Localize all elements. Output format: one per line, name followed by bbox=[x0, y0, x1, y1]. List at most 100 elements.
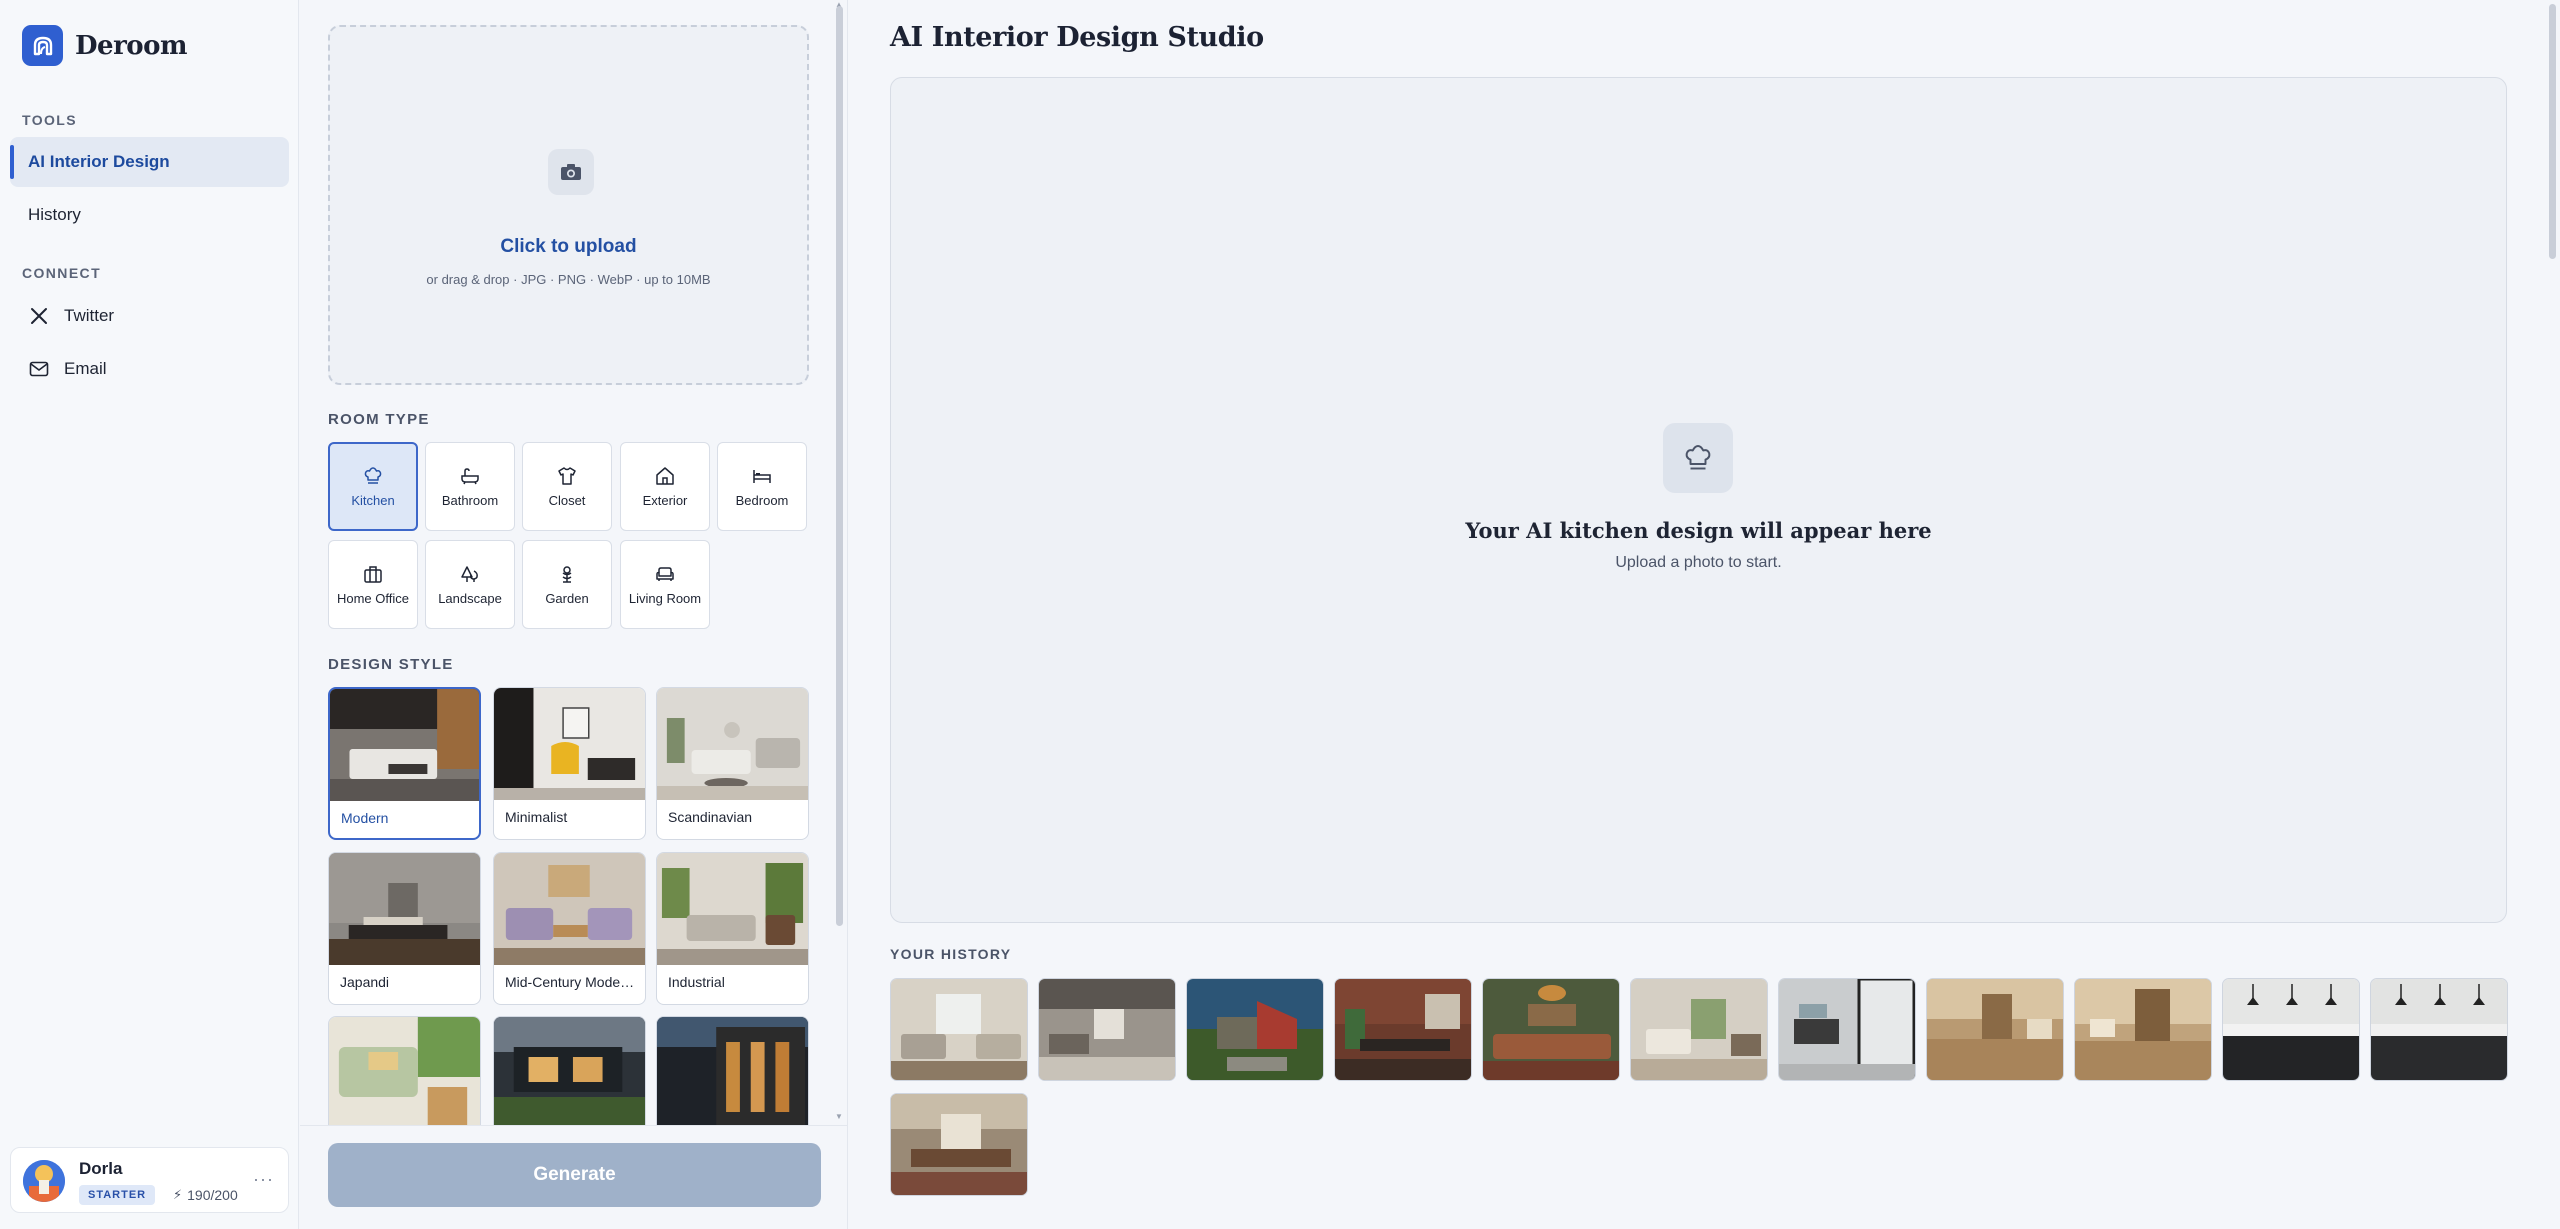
style-card-industrial[interactable]: Industrial bbox=[656, 852, 809, 1005]
sidebar-item-twitter[interactable]: Twitter bbox=[10, 291, 289, 341]
briefcase-icon bbox=[362, 563, 384, 585]
avatar bbox=[23, 1160, 65, 1202]
design-style-label: DESIGN STYLE bbox=[328, 656, 454, 673]
bathtub-icon bbox=[459, 465, 481, 487]
upload-dropzone[interactable]: Click to upload or drag & drop · JPG · P… bbox=[328, 25, 809, 385]
sidebar-item-email[interactable]: Email bbox=[10, 344, 289, 394]
history-thumbnail[interactable] bbox=[890, 1093, 1028, 1196]
user-card[interactable]: Dorla STARTER ⚡ 190/200 ··· bbox=[10, 1147, 289, 1213]
history-thumbnail[interactable] bbox=[1482, 978, 1620, 1081]
flower-icon bbox=[556, 563, 578, 585]
page-title: AI Interior Design Studio bbox=[890, 22, 1264, 53]
tools-section-label: TOOLS bbox=[22, 112, 77, 128]
history-thumbnail[interactable] bbox=[1038, 978, 1176, 1081]
room-type-home-office[interactable]: Home Office bbox=[328, 540, 418, 629]
room-type-label: ROOM TYPE bbox=[328, 411, 430, 428]
empty-state-title: Your AI kitchen design will appear here bbox=[1465, 518, 1932, 543]
sidebar-item-label: Email bbox=[64, 359, 107, 378]
room-type-bathroom[interactable]: Bathroom bbox=[425, 442, 515, 531]
room-type-exterior[interactable]: Exterior bbox=[620, 442, 710, 531]
history-thumbnail[interactable] bbox=[1926, 978, 2064, 1081]
style-card-label: Japandi bbox=[340, 974, 390, 990]
bed-icon bbox=[751, 465, 773, 487]
history-thumbnail[interactable] bbox=[1778, 978, 1916, 1081]
history-thumbnail[interactable] bbox=[890, 978, 1028, 1081]
empty-state-subtitle: Upload a photo to start. bbox=[1615, 554, 1782, 571]
minimalist-style-image bbox=[494, 688, 645, 800]
history-section-label: YOUR HISTORY bbox=[890, 946, 1012, 962]
scandinavian-style-image bbox=[657, 688, 808, 800]
main-scrollbar[interactable] bbox=[2549, 4, 2556, 259]
credits-counter: ⚡ 190/200 bbox=[173, 1185, 238, 1205]
style-card-9[interactable] bbox=[656, 1016, 809, 1125]
config-scrollbar[interactable] bbox=[836, 6, 843, 926]
trees-icon bbox=[459, 563, 481, 585]
brand-name: Deroom bbox=[75, 30, 187, 61]
more-options-button[interactable]: ··· bbox=[253, 1169, 274, 1190]
room-type-label-text: Landscape bbox=[438, 591, 502, 606]
room-type-label-text: Bathroom bbox=[441, 493, 499, 508]
room-type-label-text: Home Office bbox=[336, 591, 409, 606]
style-card-label: Mid-Century Mode… bbox=[505, 974, 635, 990]
style-card-label: Industrial bbox=[668, 974, 725, 990]
history-thumbnail[interactable] bbox=[1630, 978, 1768, 1081]
panel-footer-divider bbox=[300, 1125, 848, 1126]
sidebar-item-history[interactable]: History bbox=[10, 190, 289, 240]
brand-logo[interactable]: Deroom bbox=[22, 25, 187, 66]
sofa-icon bbox=[654, 563, 676, 585]
style-card-7[interactable] bbox=[328, 1016, 481, 1125]
style-card-scandinavian[interactable]: Scandinavian bbox=[656, 687, 809, 840]
chef-hat-icon bbox=[1663, 423, 1733, 493]
upload-title[interactable]: Click to upload bbox=[330, 236, 807, 258]
room-type-living-room[interactable]: Living Room bbox=[620, 540, 710, 629]
x-logo-icon bbox=[26, 303, 52, 329]
room-type-landscape[interactable]: Landscape bbox=[425, 540, 515, 629]
style-card-label: Modern bbox=[341, 810, 389, 826]
history-thumbnail[interactable] bbox=[1186, 978, 1324, 1081]
style-card-japandi[interactable]: Japandi bbox=[328, 852, 481, 1005]
history-thumbnail[interactable] bbox=[2074, 978, 2212, 1081]
history-thumbnail[interactable] bbox=[2370, 978, 2508, 1081]
style-image-9 bbox=[657, 1017, 808, 1125]
style-card-minimalist[interactable]: Minimalist bbox=[493, 687, 646, 840]
room-type-label-text: Exterior bbox=[642, 493, 688, 508]
sidebar-item-ai-interior-design[interactable]: AI Interior Design bbox=[10, 137, 289, 187]
house-icon bbox=[654, 465, 676, 487]
user-name: Dorla bbox=[79, 1159, 123, 1178]
config-panel: Click to upload or drag & drop · JPG · P… bbox=[300, 0, 848, 1229]
sidebar: Deroom TOOLS AI Interior Design History … bbox=[0, 0, 299, 1229]
logo-icon bbox=[22, 25, 63, 66]
style-card-label: Minimalist bbox=[505, 809, 568, 825]
style-card-8[interactable] bbox=[493, 1016, 646, 1125]
room-type-label-text: Bedroom bbox=[735, 493, 789, 508]
credits-value: 190/200 bbox=[187, 1187, 238, 1203]
bolt-icon: ⚡ bbox=[173, 1187, 183, 1202]
style-image-8 bbox=[494, 1017, 645, 1125]
room-type-closet[interactable]: Closet bbox=[522, 442, 612, 531]
shirt-icon bbox=[556, 465, 578, 487]
chef-hat-icon bbox=[362, 465, 384, 487]
industrial-style-image bbox=[657, 853, 808, 965]
camera-icon bbox=[548, 149, 594, 195]
style-card-mid-century-modern[interactable]: Mid-Century Mode… bbox=[493, 852, 646, 1005]
mail-icon bbox=[26, 356, 52, 382]
sidebar-item-label: History bbox=[28, 205, 81, 224]
history-thumbnail[interactable] bbox=[1334, 978, 1472, 1081]
mid-century-style-image bbox=[494, 853, 645, 965]
style-card-modern[interactable]: Modern bbox=[328, 687, 481, 840]
history-thumbnail[interactable] bbox=[2222, 978, 2360, 1081]
main-area: AI Interior Design Studio Your AI kitche… bbox=[849, 0, 2560, 1229]
generate-button[interactable]: Generate bbox=[328, 1143, 821, 1207]
upload-hint: or drag & drop · JPG · PNG · WebP · up t… bbox=[426, 272, 711, 287]
style-image-7 bbox=[329, 1017, 480, 1125]
connect-section-label: CONNECT bbox=[22, 265, 102, 281]
sidebar-item-label: Twitter bbox=[64, 306, 115, 325]
room-type-garden[interactable]: Garden bbox=[522, 540, 612, 629]
japandi-style-image bbox=[329, 853, 480, 965]
config-scroll-area: Click to upload or drag & drop · JPG · P… bbox=[300, 0, 848, 1125]
scroll-down-arrow[interactable]: ▼ bbox=[835, 1112, 843, 1121]
room-type-label-text: Garden bbox=[545, 591, 589, 606]
sidebar-item-label: AI Interior Design bbox=[28, 152, 170, 171]
room-type-bedroom[interactable]: Bedroom bbox=[717, 442, 807, 531]
room-type-kitchen[interactable]: Kitchen bbox=[328, 442, 418, 531]
